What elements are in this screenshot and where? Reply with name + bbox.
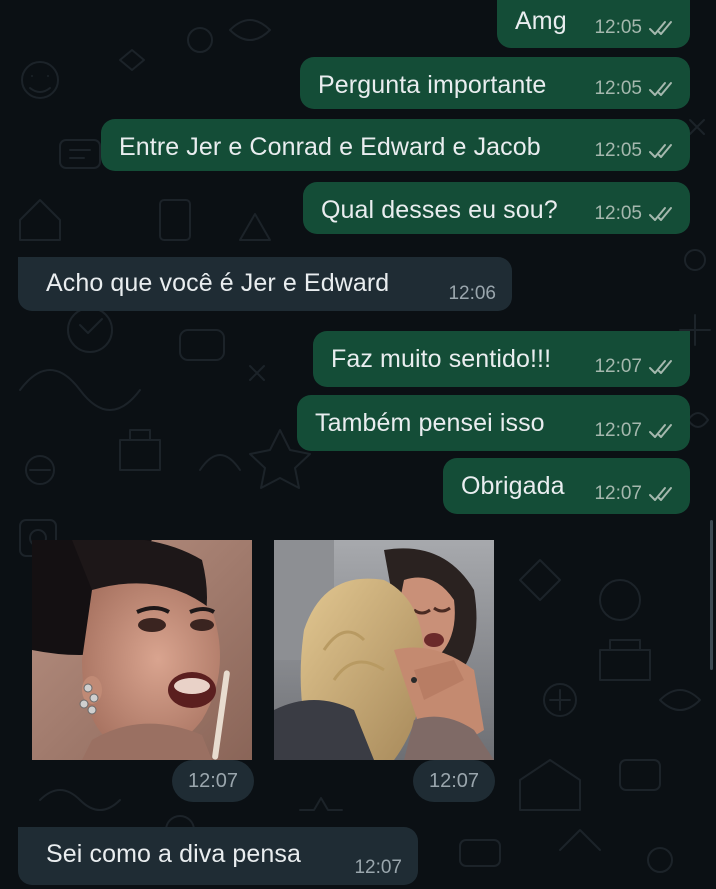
double-check-icon: [649, 207, 672, 221]
double-check-icon: [649, 82, 672, 96]
message-meta: 12:07: [594, 356, 676, 378]
message-text: Amg: [515, 7, 567, 35]
message-text: Entre Jer e Conrad e Edward e Jacob: [119, 133, 541, 161]
message-time: 12:07: [354, 857, 402, 878]
message-time: 12:05: [594, 78, 642, 99]
message-time: 12:05: [594, 140, 642, 161]
message-meta: 12:07: [594, 483, 676, 505]
message-bubble[interactable]: Amg 12:05: [497, 0, 690, 48]
message-time: 12:07: [594, 356, 642, 377]
sticker-image[interactable]: [274, 540, 494, 760]
message-time: 12:07: [594, 483, 642, 504]
message-bubble[interactable]: Acho que você é Jer e Edward 12:06: [18, 257, 512, 311]
message-time: 12:05: [594, 203, 642, 224]
message-bubble[interactable]: Qual desses eu sou? 12:05: [303, 182, 690, 234]
double-check-icon: [649, 424, 672, 438]
woman-lipgloss-image: [32, 540, 252, 760]
message-bubble[interactable]: Também pensei isso 12:07: [297, 395, 690, 451]
message-text: Sei como a diva pensa: [46, 840, 302, 868]
message-meta: 12:05: [594, 78, 676, 100]
message-meta: 12:07: [354, 857, 402, 879]
double-check-icon: [649, 21, 672, 35]
message-meta: 12:07: [594, 420, 676, 442]
double-check-icon: [649, 487, 672, 501]
message-meta: 12:05: [594, 17, 676, 39]
message-time: 12:06: [448, 283, 496, 304]
message-time: 12:05: [594, 17, 642, 38]
scrollbar[interactable]: [710, 520, 713, 670]
message-meta: 12:05: [594, 140, 676, 162]
message-text: Acho que você é Jer e Edward: [46, 269, 390, 297]
message-text: Faz muito sentido!!!: [331, 345, 552, 373]
sticker-image[interactable]: [32, 540, 252, 760]
message-bubble[interactable]: Obrigada 12:07: [443, 458, 690, 514]
double-check-icon: [649, 360, 672, 374]
message-bubble[interactable]: Entre Jer e Conrad e Edward e Jacob 12:0…: [101, 119, 690, 171]
sticker-time: 12:07: [413, 760, 496, 802]
message-text: Obrigada: [461, 472, 565, 500]
message-text: Também pensei isso: [315, 409, 545, 437]
sticker-time: 12:07: [172, 760, 255, 802]
message-time: 12:07: [594, 420, 642, 441]
message-text: Pergunta importante: [318, 71, 547, 99]
women-hugging-image: [274, 540, 494, 760]
double-check-icon: [649, 144, 672, 158]
message-meta: 12:06: [448, 283, 496, 305]
message-bubble[interactable]: Faz muito sentido!!! 12:07: [313, 331, 690, 387]
message-text: Qual desses eu sou?: [321, 196, 558, 224]
message-bubble[interactable]: Sei como a diva pensa 12:07: [18, 827, 418, 885]
message-meta: 12:05: [594, 203, 676, 225]
message-bubble[interactable]: Pergunta importante 12:05: [300, 57, 690, 109]
